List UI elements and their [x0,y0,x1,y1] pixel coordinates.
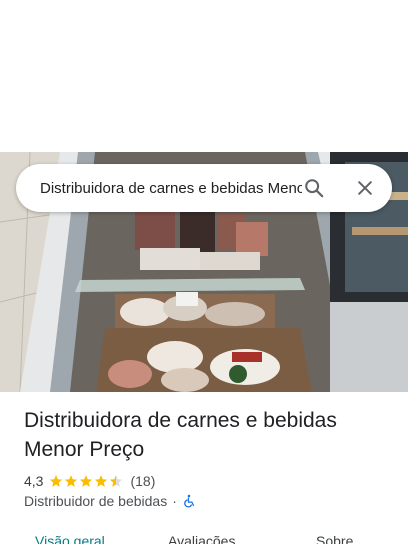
star-half-icon [110,475,123,487]
separator-dot: · [172,493,177,509]
tab-about[interactable]: Sobre [316,532,353,544]
star-icon [65,475,78,487]
star-icon [95,475,108,487]
place-details-screen: Distribuidora de carnes e bebidas Menor … [0,0,408,544]
star-icon [80,475,93,487]
place-title-line1: Distribuidora de carnes e bebidas [24,409,337,432]
place-category: Distribuidor de bebidas [24,493,168,509]
tab-reviews[interactable]: Avaliações [168,532,235,544]
tab-overview[interactable]: Visão geral [35,532,105,544]
star-rating [49,474,124,488]
search-icon[interactable] [302,176,326,200]
close-icon[interactable] [353,176,377,200]
wheelchair-icon [184,494,194,508]
rating-value: 4,3 [24,473,44,489]
place-title: Distribuidora de carnes e bebidas Menor … [24,406,394,464]
search-bar [16,164,392,212]
category-row: Distribuidor de bebidas · [24,491,196,511]
rating-row[interactable]: 4,3 (18) [24,471,155,491]
review-count[interactable]: (18) [130,473,155,489]
place-tabs: Visão geral Avaliações Sobre [0,528,408,544]
search-input[interactable] [40,179,302,197]
star-icon [50,475,63,487]
place-title-line2: Menor Preço [24,438,145,461]
